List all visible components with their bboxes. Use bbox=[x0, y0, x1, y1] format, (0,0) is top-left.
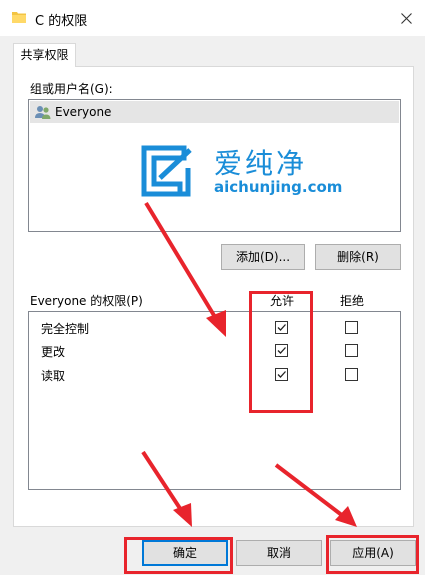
permissions-list: 完全控制 更改 读取 bbox=[28, 311, 401, 490]
apply-button-highlight bbox=[326, 535, 419, 574]
watermark-url: aichunjing.com bbox=[214, 178, 343, 196]
watermark-logo-icon bbox=[141, 145, 192, 197]
permissions-label: Everyone 的权限(P) bbox=[30, 294, 143, 308]
watermark: 爱纯净 aichunjing.com bbox=[140, 142, 350, 202]
cancel-button[interactable]: 取消 bbox=[236, 540, 322, 566]
watermark-title: 爱纯净 bbox=[214, 147, 308, 180]
remove-button[interactable]: 删除(R) bbox=[315, 244, 401, 270]
close-icon bbox=[400, 12, 412, 24]
list-item[interactable]: Everyone bbox=[30, 101, 399, 123]
allow-column-highlight bbox=[249, 291, 313, 413]
group-users-label: 组或用户名(G): bbox=[30, 82, 113, 96]
deny-header: 拒绝 bbox=[340, 294, 365, 308]
user-name: Everyone bbox=[55, 105, 112, 119]
tab-share-permissions[interactable]: 共享权限 bbox=[13, 43, 76, 67]
window-title: C 的权限 bbox=[35, 14, 88, 29]
permission-name: 更改 bbox=[41, 345, 66, 359]
folder-icon bbox=[12, 12, 26, 23]
deny-checkbox[interactable] bbox=[345, 321, 358, 334]
permission-name: 完全控制 bbox=[41, 322, 90, 336]
permissions-dialog: C 的权限 共享权限 组或用户名(G): Everyone 爱纯净 aichun… bbox=[0, 0, 425, 575]
add-button[interactable]: 添加(D)... bbox=[221, 244, 305, 270]
users-group-icon bbox=[35, 106, 51, 119]
permission-name: 读取 bbox=[41, 369, 66, 383]
title-bar[interactable]: C 的权限 bbox=[0, 0, 425, 36]
deny-checkbox[interactable] bbox=[345, 368, 358, 381]
close-button[interactable] bbox=[393, 5, 419, 31]
ok-button-highlight bbox=[124, 537, 233, 574]
deny-checkbox[interactable] bbox=[345, 344, 358, 357]
